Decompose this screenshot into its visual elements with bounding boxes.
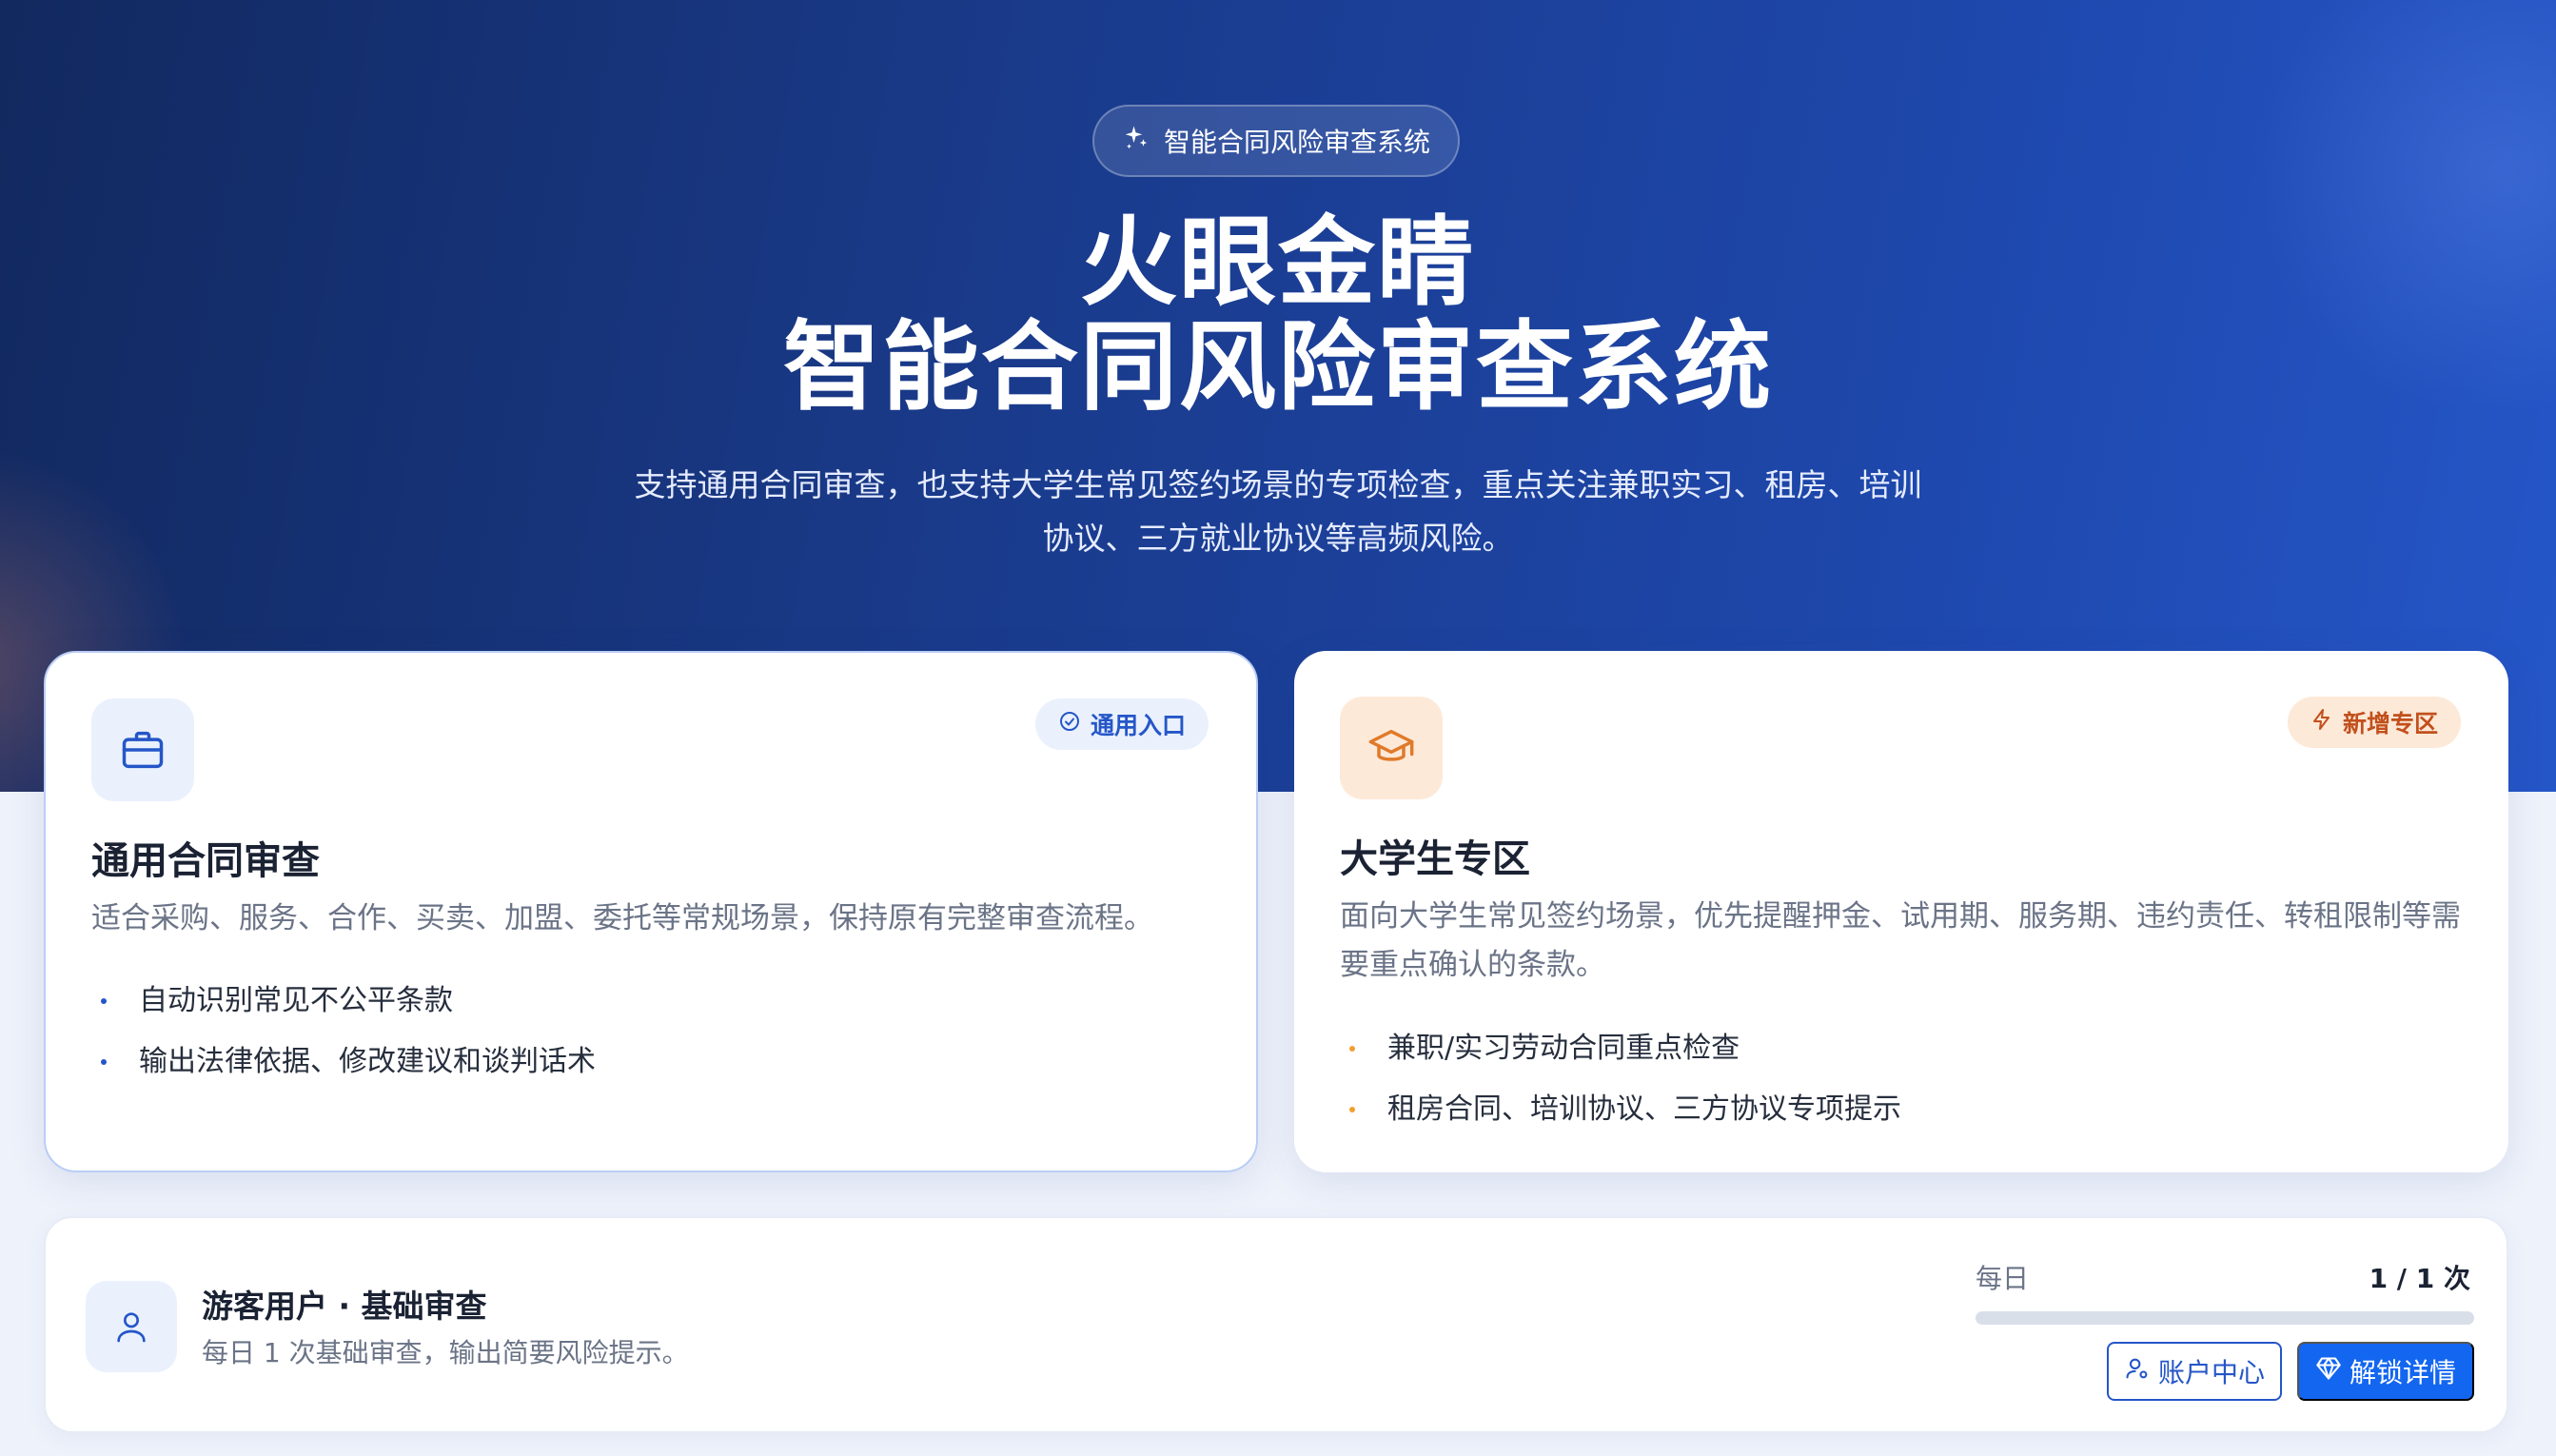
card-description: 面向大学生常见签约场景，优先提醒押金、试用期、服务期、违约责任、转租限制等需要重…: [1340, 899, 2461, 982]
feature-list: 兼职/实习劳动合同重点检查 租房合同、培训协议、三方协议专项提示: [1340, 1018, 1901, 1140]
user-name: 游客用户 · 基础审查: [202, 1288, 487, 1325]
system-badge: 智能合同风险审查系统: [1092, 105, 1460, 177]
diamond-icon: [2315, 1355, 2342, 1388]
page-title: 火眼金睛 智能合同风险审查系统: [783, 207, 1773, 424]
quota-progress-fill: [1976, 1311, 2474, 1325]
quota-value: 1 / 1 次: [2369, 1263, 2470, 1294]
user-status-bar: 游客用户 · 基础审查 每日 1 次基础审查，输出简要风险提示。 每日 1 / …: [44, 1216, 2508, 1433]
quota-label: 每日: [1976, 1263, 2030, 1294]
quota-progress-bar: [1976, 1311, 2474, 1325]
list-item: 租房合同、培训协议、三方协议专项提示: [1340, 1079, 1901, 1140]
user-settings-icon: [2124, 1355, 2151, 1388]
lightning-icon: [2310, 708, 2333, 737]
system-badge-label: 智能合同风险审查系统: [1163, 127, 1430, 158]
list-item: 兼职/实习劳动合同重点检查: [1340, 1018, 1901, 1079]
user-description: 每日 1 次基础审查，输出简要风险提示。: [202, 1337, 689, 1368]
card-title: 通用合同审查: [91, 839, 320, 883]
card-title: 大学生专区: [1340, 837, 1530, 881]
briefcase-icon: [91, 698, 194, 801]
graduation-cap-icon: [1340, 697, 1443, 799]
page-subtitle: 支持通用合同审查，也支持大学生常见签约场景的专项检查，重点关注兼职实习、租房、培…: [634, 466, 1922, 557]
account-center-button[interactable]: 账户中心: [2107, 1342, 2282, 1401]
feature-list: 自动识别常见不公平条款 输出法律依据、修改建议和谈判话术: [91, 971, 596, 1092]
student-zone-card[interactable]: 新增专区 大学生专区 面向大学生常见签约场景，优先提醒押金、试用期、服务期、违约…: [1294, 651, 2508, 1172]
general-entry-badge: 通用入口: [1034, 698, 1209, 750]
user-icon: [86, 1281, 177, 1372]
list-item: 自动识别常见不公平条款: [91, 971, 596, 1032]
new-zone-badge: 新增专区: [2287, 697, 2461, 748]
check-circle-icon: [1058, 710, 1081, 738]
sparkle-icon: [1122, 124, 1150, 159]
card-description: 适合采购、服务、合作、买卖、加盟、委托等常规场景，保持原有完整审查流程。: [91, 901, 1153, 935]
unlock-details-button[interactable]: 解锁详情: [2297, 1342, 2474, 1401]
list-item: 输出法律依据、修改建议和谈判话术: [91, 1032, 596, 1092]
general-review-card[interactable]: 通用入口 通用合同审查 适合采购、服务、合作、买卖、加盟、委托等常规场景，保持原…: [44, 651, 1258, 1172]
